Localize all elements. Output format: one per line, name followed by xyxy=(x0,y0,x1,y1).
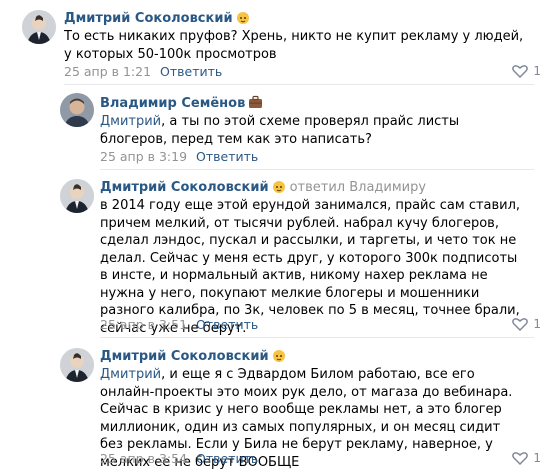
like-button[interactable]: 1 xyxy=(512,450,541,466)
person-icon xyxy=(22,10,56,44)
author-name[interactable]: Дмитрий Соколовский xyxy=(100,349,269,364)
author-name[interactable]: Дмитрий Соколовский xyxy=(64,11,233,26)
comment-text: Дмитрий, а ты по этой схеме проверял пра… xyxy=(100,114,460,147)
avatar[interactable] xyxy=(60,93,94,127)
heart-icon xyxy=(512,65,529,78)
reply-button[interactable]: Ответить xyxy=(196,149,258,164)
comment-text: в 2014 году еще этой ерундой занимался, … xyxy=(100,198,521,336)
comment-date[interactable]: 25 апр в 3:54 xyxy=(100,451,187,466)
comment-meta: 25 апр в 3:54 Ответить xyxy=(100,451,258,467)
person-icon xyxy=(60,93,94,127)
comment-date[interactable]: 25 апр в 1:21 xyxy=(64,64,151,79)
like-count: 1 xyxy=(533,451,541,465)
author-name[interactable]: Владимир Семёнов xyxy=(100,96,245,111)
comment-meta: 25 апр в 3:51 Ответить xyxy=(100,317,258,333)
avatar[interactable] xyxy=(60,179,94,213)
mention-link[interactable]: Дмитрий xyxy=(100,367,161,382)
like-count: 1 xyxy=(533,317,541,331)
avatar[interactable] xyxy=(22,10,56,44)
replied-to[interactable]: ответил Владимиру xyxy=(290,180,426,195)
comment-4: Дмитрий Соколовский Дмитрий, и еще я с Э… xyxy=(0,338,549,473)
briefcase-emoji-icon xyxy=(248,95,263,114)
reply-button[interactable]: Ответить xyxy=(196,317,258,332)
like-count: 1 xyxy=(533,64,541,78)
person-icon xyxy=(60,179,94,213)
comment-author[interactable]: Дмитрий Соколовский xyxy=(100,348,286,367)
comment-2: Владимир Семёнов Дмитрий, а ты по этой с… xyxy=(0,85,549,170)
comment-1: Дмитрий Соколовский То есть никаких пруф… xyxy=(0,0,549,85)
mention-link[interactable]: Дмитрий xyxy=(100,114,161,129)
comment-date[interactable]: 25 апр в 3:51 xyxy=(100,317,187,332)
cat-emoji-icon xyxy=(272,179,286,198)
comment-meta: 25 апр в 3:19 Ответить xyxy=(100,149,258,165)
comment-author[interactable]: Владимир Семёнов xyxy=(100,95,263,114)
comment-meta: 25 апр в 1:21 Ответить xyxy=(64,64,222,80)
like-button[interactable]: 1 xyxy=(512,63,541,79)
heart-icon xyxy=(512,452,529,465)
comment-3: Дмитрий Соколовский ответил Владимиру в 2… xyxy=(0,169,549,338)
person-icon xyxy=(60,348,94,382)
comment-text: То есть никаких пруфов? Хрень, никто не … xyxy=(64,29,524,62)
like-button[interactable]: 1 xyxy=(512,316,541,332)
comment-author[interactable]: Дмитрий Соколовский xyxy=(64,10,250,29)
heart-icon xyxy=(512,318,529,331)
reply-button[interactable]: Ответить xyxy=(160,64,222,79)
author-name[interactable]: Дмитрий Соколовский xyxy=(100,180,269,195)
comment-author[interactable]: Дмитрий Соколовский ответил Владимиру xyxy=(100,179,426,198)
avatar[interactable] xyxy=(60,348,94,382)
reply-button[interactable]: Ответить xyxy=(196,451,258,466)
cat-emoji-icon xyxy=(272,348,286,367)
cat-emoji-icon xyxy=(236,10,250,29)
comment-date[interactable]: 25 апр в 3:19 xyxy=(100,149,187,164)
